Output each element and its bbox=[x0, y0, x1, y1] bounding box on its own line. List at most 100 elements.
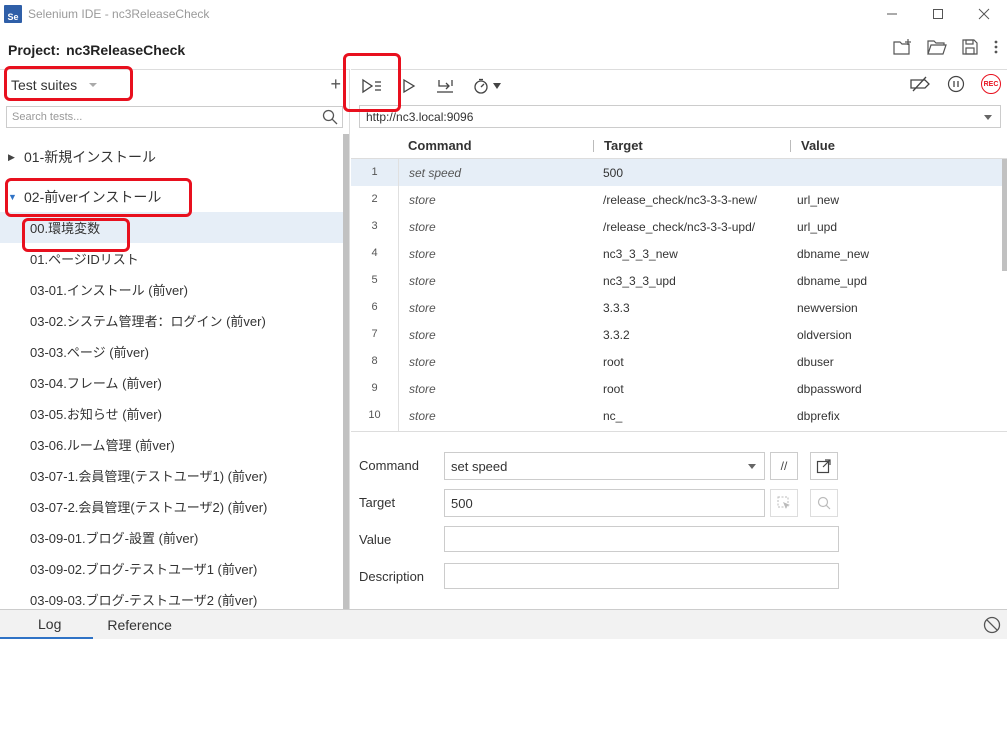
row-number: 3 bbox=[371, 220, 378, 232]
clear-log-icon bbox=[983, 616, 1001, 634]
test-item[interactable]: 03-09-02.ブログ-テストユーザ1 (前ver) bbox=[0, 553, 343, 584]
table-row[interactable]: 4 store nc3_3_3_new dbname_new bbox=[351, 240, 1007, 267]
test-item[interactable]: 03-03.ページ (前ver) bbox=[0, 336, 343, 367]
base-url-value: http://nc3.local:9096 bbox=[366, 109, 474, 124]
description-input[interactable] bbox=[444, 563, 839, 589]
test-name: 00.環境変数 bbox=[30, 221, 101, 236]
find-target-button[interactable] bbox=[810, 489, 838, 517]
test-explorer-panel: Test suites + ▶ 01-新規インストール ▼ 02-前verインス… bbox=[0, 69, 350, 609]
open-project-button[interactable] bbox=[927, 38, 947, 56]
record-button[interactable]: REC bbox=[981, 74, 1001, 94]
collapsed-arrow-icon: ▶ bbox=[8, 151, 15, 162]
close-button[interactable] bbox=[961, 0, 1007, 28]
row-value: url_new bbox=[797, 193, 840, 207]
new-project-button[interactable] bbox=[893, 38, 913, 56]
selenium-logo-icon: Se bbox=[4, 5, 22, 23]
save-project-button[interactable] bbox=[961, 38, 979, 56]
minimize-button[interactable] bbox=[869, 0, 915, 28]
header-target: Target bbox=[604, 137, 643, 153]
add-suite-button[interactable]: + bbox=[330, 74, 341, 95]
suites-dropdown-label: Test suites bbox=[11, 77, 78, 93]
table-row[interactable]: 8 store root dbuser bbox=[351, 348, 1007, 375]
table-scrollbar[interactable] bbox=[1002, 159, 1007, 271]
step-over-icon bbox=[437, 79, 453, 93]
row-command: store bbox=[409, 328, 436, 342]
table-row[interactable]: 6 store 3.3.3 newversion bbox=[351, 294, 1007, 321]
test-item[interactable]: 03-09-01.ブログ-設置 (前ver) bbox=[0, 522, 343, 553]
test-item[interactable]: 03-06.ルーム管理 (前ver) bbox=[0, 429, 343, 460]
test-item[interactable]: 03-02.システム管理者：ログイン (前ver) bbox=[0, 305, 343, 336]
test-item[interactable]: 03-04.フレーム (前ver) bbox=[0, 367, 343, 398]
test-item[interactable]: 03-05.お知らせ (前ver) bbox=[0, 398, 343, 429]
row-number: 10 bbox=[368, 409, 381, 421]
save-icon bbox=[962, 39, 978, 55]
search-tests-input[interactable] bbox=[7, 107, 342, 127]
value-label: Value bbox=[359, 532, 392, 547]
table-row[interactable]: 5 store nc3_3_3_upd dbname_upd bbox=[351, 267, 1007, 294]
run-all-tests-button[interactable] bbox=[361, 78, 383, 94]
test-item[interactable]: 03-07-1.会員管理(テストユーザ1) (前ver) bbox=[0, 460, 343, 491]
suites-dropdown[interactable]: Test suites bbox=[11, 77, 98, 93]
window-title: Selenium IDE - nc3ReleaseCheck bbox=[28, 7, 210, 21]
tab-reference[interactable]: Reference bbox=[93, 610, 198, 639]
table-row[interactable]: 7 store 3.3.2 oldversion bbox=[351, 321, 1007, 348]
suite-item[interactable]: ▶ 01-新規インストール bbox=[0, 142, 343, 172]
value-input[interactable] bbox=[444, 526, 839, 552]
test-item[interactable]: 00.環境変数 bbox=[0, 212, 343, 243]
disable-breakpoints-button[interactable] bbox=[909, 76, 931, 92]
project-label: Project: bbox=[8, 42, 61, 58]
run-current-test-button[interactable] bbox=[401, 78, 417, 94]
test-item[interactable]: 03-01.インストール (前ver) bbox=[0, 274, 343, 305]
log-panel: Log Reference bbox=[0, 609, 1007, 755]
open-reference-button[interactable] bbox=[810, 452, 838, 480]
target-label: Target bbox=[359, 495, 396, 510]
suite-name: 01-新規インストール bbox=[24, 149, 156, 165]
test-item[interactable]: 03-07-2.会員管理(テストユーザ2) (前ver) bbox=[0, 491, 343, 522]
column-divider bbox=[593, 140, 594, 152]
tree-scrollbar[interactable] bbox=[343, 134, 349, 609]
minimize-icon bbox=[887, 13, 897, 15]
expanded-arrow-icon: ▼ bbox=[8, 192, 17, 202]
base-url-field[interactable]: http://nc3.local:9096 bbox=[359, 105, 1001, 128]
speed-icon bbox=[474, 78, 488, 94]
row-number: 7 bbox=[371, 328, 378, 340]
table-row[interactable]: 10 store nc_ dbprefix bbox=[351, 402, 1007, 429]
row-target: /release_check/nc3-3-3-new/ bbox=[603, 193, 758, 207]
row-value: dbprefix bbox=[797, 409, 840, 423]
test-name: 03-06.ルーム管理 (前ver) bbox=[30, 438, 175, 453]
row-target: nc3_3_3_new bbox=[603, 247, 678, 261]
table-row[interactable]: 2 store/release_check/nc3-3-3-new/url_new bbox=[351, 186, 1007, 213]
playback-toolbar: REC bbox=[351, 69, 1007, 101]
row-value: oldversion bbox=[797, 328, 852, 342]
row-number: 1 bbox=[371, 166, 378, 178]
comment-toggle-button[interactable]: // bbox=[770, 452, 798, 480]
target-input[interactable]: 500 bbox=[444, 489, 765, 517]
table-row[interactable]: 9 store root dbpassword bbox=[351, 375, 1007, 402]
clear-log-button[interactable] bbox=[983, 616, 1001, 637]
command-select[interactable]: set speed bbox=[444, 452, 765, 480]
tab-log[interactable]: Log bbox=[0, 610, 94, 639]
pause-button[interactable] bbox=[947, 75, 965, 93]
table-row[interactable]: 3 store/release_check/nc3-3-3-upd/url_upd bbox=[351, 213, 1007, 240]
run-current-test-icon bbox=[403, 78, 416, 93]
disable-breakpoints-icon bbox=[910, 76, 930, 92]
suite-item[interactable]: ▼ 02-前verインストール bbox=[0, 182, 343, 212]
maximize-button[interactable] bbox=[915, 0, 961, 28]
project-name[interactable]: nc3ReleaseCheck bbox=[66, 42, 185, 58]
row-value: dbname_upd bbox=[797, 274, 868, 288]
window-controls bbox=[869, 0, 1007, 28]
row-value: newversion bbox=[797, 301, 858, 315]
table-row[interactable]: 1 set speed 500 bbox=[351, 159, 1007, 186]
more-options-button[interactable] bbox=[993, 38, 999, 56]
row-number: 4 bbox=[371, 247, 378, 259]
row-target: 500 bbox=[603, 166, 624, 180]
test-name: 03-07-2.会員管理(テストユーザ2) (前ver) bbox=[30, 500, 268, 515]
test-item[interactable]: 01.ページIDリスト bbox=[0, 243, 343, 274]
test-item[interactable]: 03-09-03.ブログ-テストユーザ2 (前ver) bbox=[0, 584, 343, 609]
search-icon bbox=[322, 109, 338, 125]
step-over-button[interactable] bbox=[435, 78, 455, 94]
bottom-tabs: Log Reference bbox=[0, 610, 1007, 639]
row-command: store bbox=[409, 220, 436, 234]
select-target-button[interactable] bbox=[770, 489, 798, 517]
speed-dropdown[interactable] bbox=[473, 78, 501, 94]
